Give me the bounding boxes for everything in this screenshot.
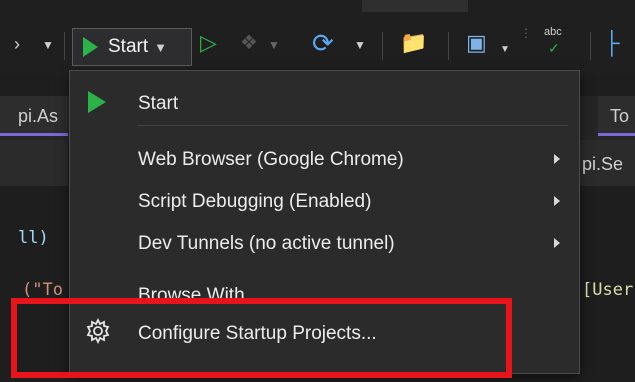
toolbar-separator — [382, 32, 383, 60]
gear-icon — [84, 317, 112, 350]
submenu-arrow-icon — [554, 196, 560, 206]
start-button-label: Start — [108, 36, 149, 57]
chevron-down-icon[interactable]: ▼ — [42, 38, 54, 52]
menu-item-start[interactable]: Start — [70, 85, 579, 121]
menu-item-script-debugging[interactable]: Script Debugging (Enabled) — [70, 183, 579, 219]
tab-label: pi.As — [18, 106, 59, 126]
menu-item-configure-startup-projects[interactable]: Configure Startup Projects... — [70, 315, 579, 351]
menu-item-web-browser[interactable]: Web Browser (Google Chrome) — [70, 141, 579, 177]
tab-document-right[interactable]: To — [598, 96, 635, 136]
menu-item-label: Dev Tunnels (no active tunnel) — [138, 233, 395, 254]
navigate-forward-icon[interactable]: › — [14, 34, 20, 55]
chevron-down-icon[interactable]: ▼ — [154, 40, 167, 55]
toolbar-separator — [590, 32, 591, 60]
chevron-down-icon[interactable]: ▼ — [354, 38, 366, 52]
hot-reload-icon[interactable]: ❖ — [240, 30, 258, 55]
toolbar-grip: ⋮ — [520, 26, 532, 40]
spell-check-label: abc — [544, 26, 562, 38]
menu-separator — [138, 125, 568, 126]
code-fragment: ("To — [22, 280, 63, 300]
submenu-arrow-icon — [554, 154, 560, 164]
menu-item-label: Start — [138, 93, 179, 114]
menu-item-label: Configure Startup Projects... — [138, 323, 377, 344]
browser-window-icon[interactable]: ▣ — [466, 30, 487, 56]
tab-label: pi.Se — [582, 154, 624, 174]
folder-search-icon[interactable]: 📁 — [400, 30, 427, 56]
secondary-tab-strip-left — [0, 140, 68, 186]
step-into-icon[interactable]: ├ — [604, 30, 620, 56]
menu-item-label: Script Debugging (Enabled) — [138, 191, 372, 212]
tab-document-left[interactable]: pi.As — [0, 96, 68, 136]
toolbar-separator — [64, 32, 65, 60]
toolbar-separator — [448, 32, 449, 60]
menu-item-label: Web Browser (Google Chrome) — [138, 149, 404, 170]
tab-label: To — [610, 106, 630, 126]
chevron-down-icon[interactable]: ▼ — [268, 38, 280, 52]
menu-item-dev-tunnels[interactable]: Dev Tunnels (no active tunnel) — [70, 225, 579, 261]
start-dropdown-menu: Start Web Browser (Google Chrome) Script… — [69, 70, 580, 374]
play-icon — [83, 37, 98, 57]
menu-item-label: Browse With... — [138, 285, 261, 306]
start-without-debugging-icon[interactable]: ▷ — [200, 30, 217, 56]
start-button[interactable]: Start ▼ — [72, 28, 192, 66]
secondary-tab-strip-right[interactable]: pi.Se — [580, 140, 635, 186]
spell-check-icon[interactable]: ✓ — [548, 40, 560, 57]
restart-icon[interactable]: ⟳ — [312, 28, 334, 59]
menu-item-browse-with[interactable]: Browse With... — [70, 277, 579, 313]
code-fragment: [User — [582, 280, 634, 300]
play-icon — [88, 91, 106, 113]
code-fragment: ll) — [18, 228, 49, 248]
toolbar-top-strip — [362, 0, 468, 12]
chevron-down-icon[interactable]: ▼ — [500, 44, 510, 55]
toolbar: › ▼ Start ▼ ▷ ❖ ▼ ⟳ ▼ 📁 ▣ ▼ ⋮ abc ✓ ├ — [0, 0, 635, 78]
submenu-arrow-icon — [554, 238, 560, 248]
